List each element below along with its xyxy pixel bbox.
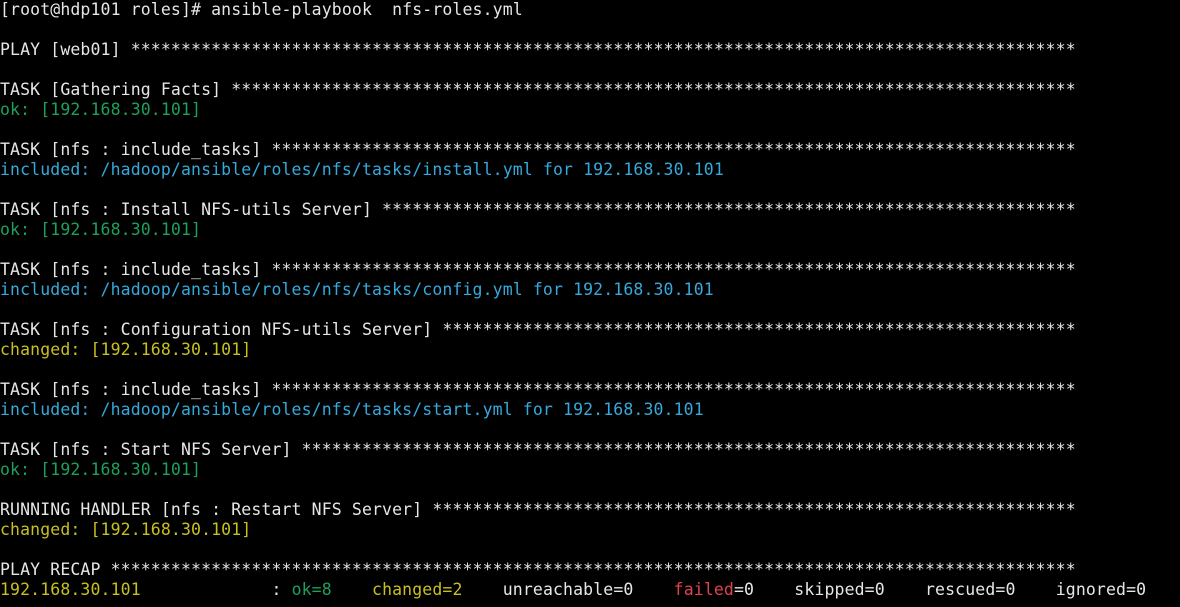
terminal-line: [root@hdp101 roles]# ansible-playbook nf… — [0, 0, 1180, 20]
terminal-line: ok: [192.168.30.101] — [0, 220, 1180, 240]
terminal-line: PLAY [web01] ***************************… — [0, 40, 1180, 60]
terminal-text: [root@hdp101 roles]# ansible-playbook nf… — [0, 0, 523, 19]
terminal-text: TASK [nfs : Configuration NFS-utils Serv… — [0, 320, 1076, 339]
terminal-text: changed=2 — [372, 580, 463, 599]
terminal-line: TASK [nfs : Configuration NFS-utils Serv… — [0, 320, 1180, 340]
terminal-line: ok: [192.168.30.101] — [0, 460, 1180, 480]
terminal-text: TASK [nfs : Start NFS Server] **********… — [0, 440, 1076, 459]
terminal-text: ok=8 — [291, 580, 332, 599]
terminal-text: ok: [192.168.30.101] — [0, 460, 202, 479]
terminal-line: TASK [nfs : Install NFS-utils Server] **… — [0, 200, 1180, 220]
terminal-line: included: /hadoop/ansible/roles/nfs/task… — [0, 280, 1180, 300]
terminal-text: 192.168.30.101 — [0, 580, 141, 599]
terminal-line: 192.168.30.101 : ok=8 changed=2 unreacha… — [0, 580, 1180, 600]
terminal-line: included: /hadoop/ansible/roles/nfs/task… — [0, 160, 1180, 180]
terminal-line: changed: [192.168.30.101] — [0, 520, 1180, 540]
terminal-text: included: /hadoop/ansible/roles/nfs/task… — [0, 280, 714, 299]
terminal-text: included: /hadoop/ansible/roles/nfs/task… — [0, 160, 724, 179]
terminal-line: RUNNING HANDLER [nfs : Restart NFS Serve… — [0, 500, 1180, 520]
terminal-line: TASK [Gathering Facts] *****************… — [0, 80, 1180, 100]
terminal-text: included: /hadoop/ansible/roles/nfs/task… — [0, 400, 704, 419]
terminal-text: unreachable=0 — [462, 580, 674, 599]
terminal-text: TASK [nfs : Install NFS-utils Server] **… — [0, 200, 1076, 219]
terminal-text: ok: [192.168.30.101] — [0, 100, 202, 119]
terminal-line: TASK [nfs : include_tasks] *************… — [0, 380, 1180, 400]
terminal-text: TASK [nfs : include_tasks] *************… — [0, 380, 1076, 399]
terminal-text: failed — [673, 580, 734, 599]
terminal-line: included: /hadoop/ansible/roles/nfs/task… — [0, 400, 1180, 420]
terminal-text: TASK [nfs : include_tasks] *************… — [0, 260, 1076, 279]
terminal-text: TASK [nfs : include_tasks] *************… — [0, 140, 1076, 159]
terminal-text: TASK [Gathering Facts] *****************… — [0, 80, 1076, 99]
terminal-text: =0 skipped=0 rescued=0 ignored=0 — [733, 580, 1147, 599]
terminal-line: ok: [192.168.30.101] — [0, 100, 1180, 120]
terminal-text: PLAY RECAP *****************************… — [0, 560, 1076, 579]
terminal-text: ok: [192.168.30.101] — [0, 220, 202, 239]
terminal-text: PLAY [web01] ***************************… — [0, 40, 1076, 59]
terminal-window[interactable]: [root@hdp101 roles]# ansible-playbook nf… — [0, 0, 1180, 607]
terminal-line: TASK [nfs : Start NFS Server] **********… — [0, 440, 1180, 460]
terminal-line: PLAY RECAP *****************************… — [0, 560, 1180, 580]
terminal-text: changed: [192.168.30.101] — [0, 340, 252, 359]
terminal-text: changed: [192.168.30.101] — [0, 520, 252, 539]
terminal-text: : — [140, 580, 292, 599]
terminal-line: TASK [nfs : include_tasks] *************… — [0, 140, 1180, 160]
terminal-line: TASK [nfs : include_tasks] *************… — [0, 260, 1180, 280]
terminal-text: RUNNING HANDLER [nfs : Restart NFS Serve… — [0, 500, 1076, 519]
terminal-line: changed: [192.168.30.101] — [0, 340, 1180, 360]
